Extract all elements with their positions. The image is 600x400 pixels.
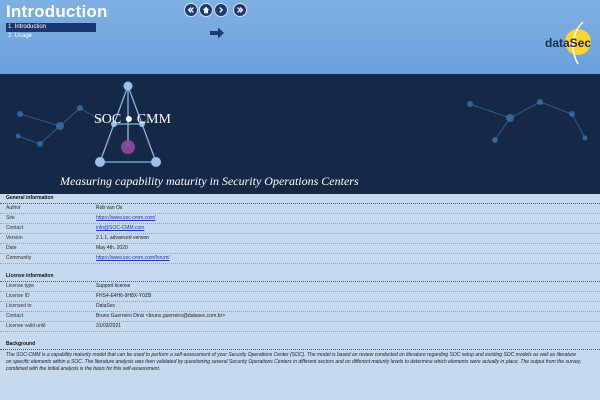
forward-arrow-icon[interactable] (209, 26, 225, 40)
next-page-button[interactable] (214, 3, 228, 17)
contact-email-link[interactable]: info@SOC-CMM.com (96, 224, 600, 233)
toc-list: 1. Introduction 2. Usage (6, 23, 96, 41)
background-text: The SOC-CMM is a capability maturity mod… (6, 352, 582, 372)
row-label: Contact (6, 313, 24, 319)
info-row: Site https://www.soc-cmm.com/ (0, 214, 600, 224)
row-label: Version (6, 235, 23, 241)
row-label: Community (6, 255, 32, 261)
home-button[interactable] (199, 3, 213, 17)
info-row: License valid until 31/03/2021 (0, 322, 600, 332)
right-icon (219, 7, 224, 13)
license-id-value: FHS4-E4H6-9H8X-Y0ZB (96, 293, 152, 299)
double-left-icon (187, 7, 194, 13)
license-valid-until-value: 31/03/2021 (96, 323, 122, 329)
logo-text: dataSec (545, 36, 591, 50)
last-page-button[interactable] (233, 3, 247, 17)
hero-banner: SOC ● CMM Measuring capability maturity … (0, 74, 600, 194)
licensed-to-value: DataSec (96, 303, 116, 309)
row-label: License valid until (6, 323, 46, 329)
row-label: License ID (6, 293, 30, 299)
info-row: License ID FHS4-E4H6-9H8X-Y0ZB (0, 292, 600, 302)
page-title: Introduction (6, 2, 108, 21)
license-contact-value: Bruno Guerreiro Diniz <bruno.guerreiro@d… (96, 313, 226, 319)
info-row: Version 2.1.1, advanced version (0, 234, 600, 244)
date-value: May 4th, 2020 (96, 245, 128, 251)
license-info-heading: License information (0, 272, 600, 282)
info-row: Community https://www.soc-cmm.com/forum/ (0, 254, 600, 264)
toc-item-introduction[interactable]: 1. Introduction (6, 23, 96, 32)
info-row: Contact Bruno Guerreiro Diniz <bruno.gue… (0, 312, 600, 322)
author-value: Rob van Os (96, 205, 123, 211)
general-info-heading: General information (0, 194, 600, 204)
community-link[interactable]: https://www.soc-cmm.com/forum/ (96, 254, 600, 263)
license-type-value: Support license (96, 283, 131, 289)
banner-subtitle: Measuring capability maturity in Securit… (60, 174, 359, 188)
info-row: Author Rob van Os (0, 204, 600, 214)
version-value: 2.1.1, advanced version (96, 235, 150, 241)
row-label: Date (6, 245, 17, 251)
row-label: License type (6, 283, 35, 289)
double-right-icon (237, 7, 244, 13)
banner-title: SOC ● CMM (94, 112, 171, 127)
header-band: Introduction 1. Introduction 2. Usage da… (0, 0, 600, 74)
datasec-logo: dataSec (545, 21, 591, 65)
info-row: License type Support license (0, 282, 600, 292)
row-label: Author (6, 205, 21, 211)
row-label: Licensed to (6, 303, 32, 309)
row-label: Contact (6, 225, 24, 231)
home-icon (202, 6, 210, 14)
info-row: Date May 4th, 2020 (0, 244, 600, 254)
info-row: Contact info@SOC-CMM.com (0, 224, 600, 234)
toc-item-usage[interactable]: 2. Usage (6, 32, 96, 41)
first-page-button[interactable] (184, 3, 198, 17)
site-link[interactable]: https://www.soc-cmm.com/ (96, 214, 600, 223)
row-label: Site (6, 215, 15, 221)
info-row: Licensed to DataSec (0, 302, 600, 312)
content-area: General information Author Rob van Os Si… (0, 194, 600, 373)
background-heading: Background (0, 340, 600, 350)
